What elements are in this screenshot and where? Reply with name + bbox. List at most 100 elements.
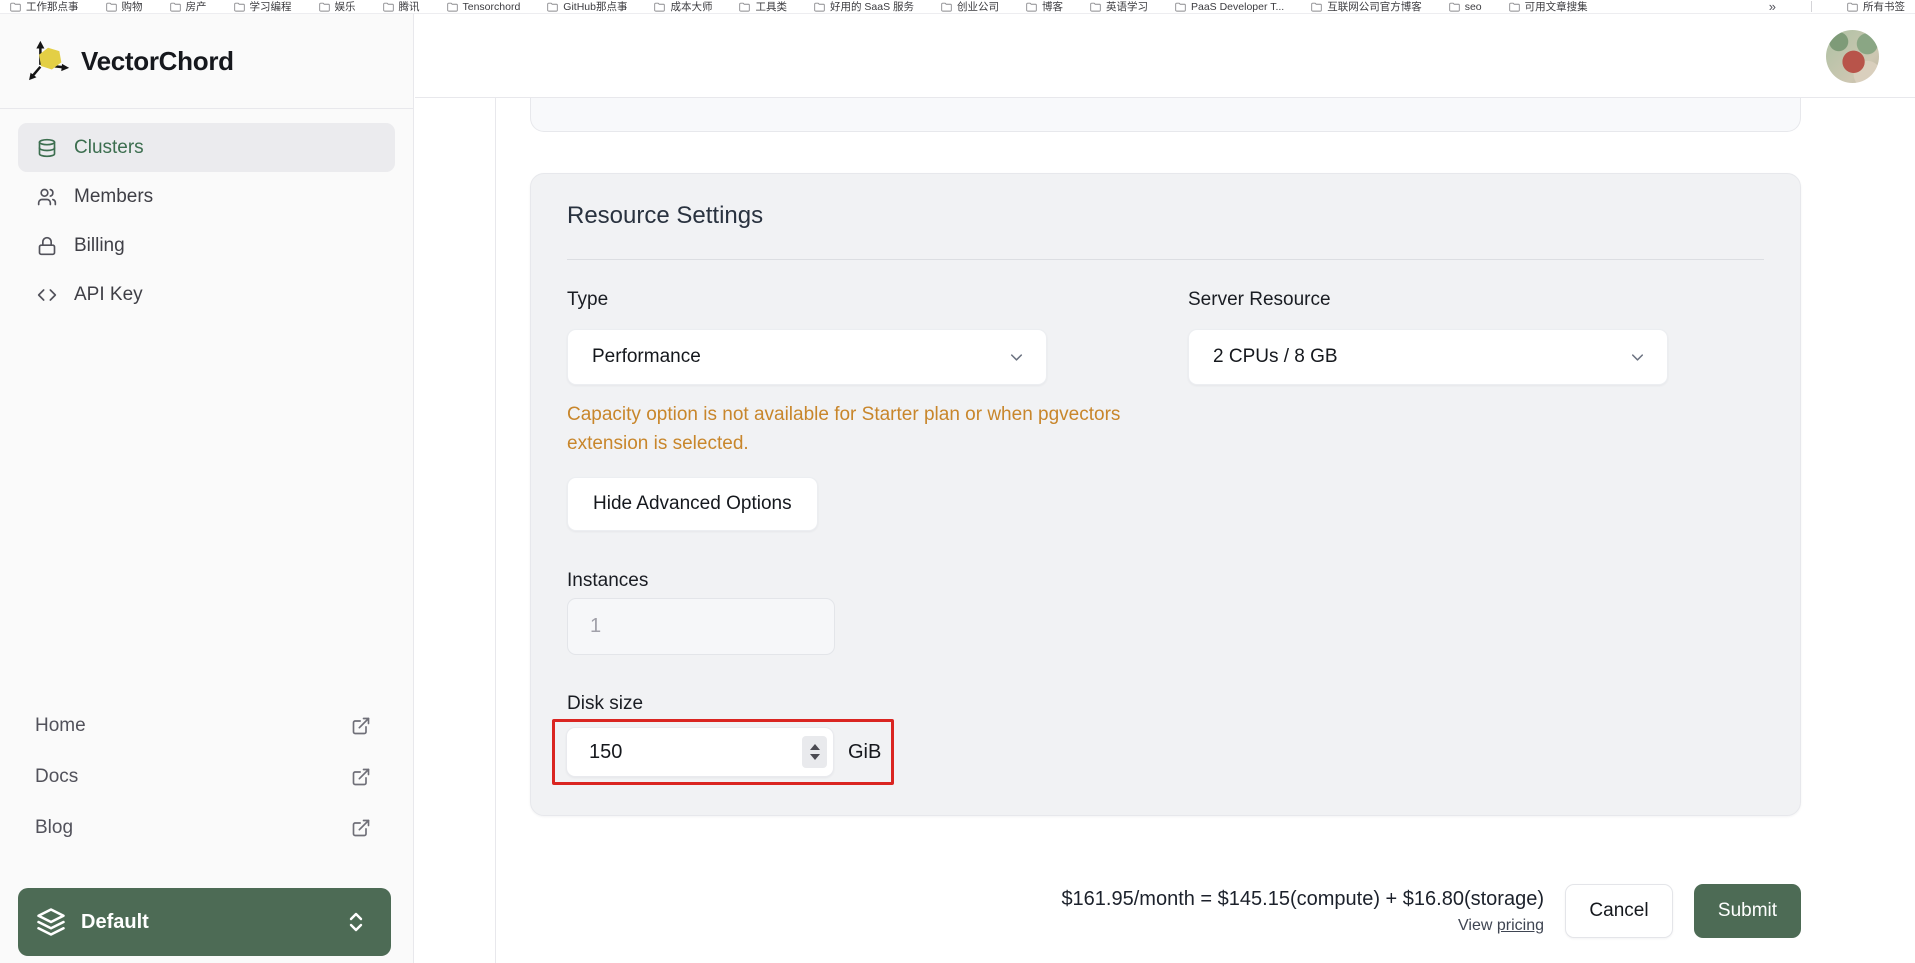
layers-icon xyxy=(37,908,65,936)
view-pricing-prefix: View xyxy=(1458,917,1497,934)
chevron-down-icon xyxy=(1010,353,1023,361)
app-header xyxy=(415,14,1915,98)
folder-icon xyxy=(1508,2,1520,12)
submit-button[interactable]: Submit xyxy=(1694,884,1801,938)
bookmark-item[interactable]: seo xyxy=(1448,1,1482,13)
folder-icon xyxy=(1090,2,1101,12)
server-resource-select-value: 2 CPUs / 8 GB xyxy=(1213,346,1338,367)
lock-icon xyxy=(38,236,56,255)
folder-icon xyxy=(941,2,952,12)
bookmark-item[interactable]: Tensorchord xyxy=(446,1,520,13)
sidebar-item-label: Members xyxy=(74,185,154,207)
bookmark-item[interactable]: 成本大师 xyxy=(654,0,712,13)
sidebar-item-label: API Key xyxy=(74,283,143,305)
bookmark-item[interactable]: 博客 xyxy=(1026,0,1063,13)
chevrons-up-down-icon xyxy=(349,912,363,932)
stepper-down-icon[interactable] xyxy=(809,754,820,760)
browser-bookmarks-bar: 工作那点事 购物 房产 学习编程 娱乐 腾讯 Tensorchord GitHu… xyxy=(0,0,1915,14)
disk-size-input[interactable] xyxy=(566,727,834,777)
folder-icon xyxy=(654,2,666,12)
type-select-value: Performance xyxy=(592,346,701,367)
folder-icon xyxy=(1311,2,1322,12)
sidebar-item-billing[interactable]: Billing xyxy=(18,221,395,270)
folder-icon xyxy=(1026,2,1037,12)
cancel-button[interactable]: Cancel xyxy=(1565,884,1673,938)
panel-title-divider xyxy=(567,259,1764,260)
disk-size-unit: GiB xyxy=(848,740,882,763)
bookmark-item[interactable]: 房产 xyxy=(169,0,207,13)
users-icon xyxy=(37,188,57,205)
view-pricing-row: View pricing xyxy=(1061,917,1544,935)
folder-icon xyxy=(105,2,117,12)
capacity-warning-text: Capacity option is not available for Sta… xyxy=(567,404,1121,454)
disk-size-input-wrap xyxy=(566,727,834,777)
chevron-down-icon xyxy=(1631,353,1644,361)
all-bookmarks-button[interactable]: 所有书签 xyxy=(1847,0,1905,13)
sidebar-link-home[interactable]: Home xyxy=(0,700,413,751)
folder-icon xyxy=(1175,2,1186,12)
bookmark-item[interactable]: 购物 xyxy=(105,0,143,13)
bookmark-item[interactable]: 英语学习 xyxy=(1090,0,1148,13)
sidebar-item-label: Clusters xyxy=(74,136,144,158)
bookmarks-divider xyxy=(1811,1,1812,12)
sidebar-nav: Clusters Members Billing API Key xyxy=(0,109,413,319)
previous-section-card-edge xyxy=(530,98,1801,132)
hide-advanced-options-button[interactable]: Hide Advanced Options xyxy=(567,477,818,531)
stepper-up-icon[interactable] xyxy=(809,744,820,750)
sidebar-item-api-key[interactable]: API Key xyxy=(18,270,395,319)
bookmark-item[interactable]: 可用文章搜集 xyxy=(1508,0,1588,13)
brand-name: VectorChord xyxy=(81,45,234,76)
type-select[interactable]: Performance xyxy=(567,329,1047,385)
code-icon xyxy=(37,288,57,301)
instances-label: Instances xyxy=(567,570,649,591)
database-icon xyxy=(38,138,56,157)
bookmark-item[interactable]: 工具类 xyxy=(739,0,787,13)
bookmark-item[interactable]: 创业公司 xyxy=(941,0,999,13)
project-name: Default xyxy=(81,910,149,933)
number-stepper[interactable] xyxy=(802,736,827,768)
bookmark-item[interactable]: 工作那点事 xyxy=(10,0,79,13)
external-link-icon xyxy=(352,819,370,836)
vectorchord-logo-icon xyxy=(29,40,70,81)
folder-icon xyxy=(446,2,458,12)
external-link-icon xyxy=(352,768,370,785)
folder-icon xyxy=(169,2,181,12)
server-resource-select[interactable]: 2 CPUs / 8 GB xyxy=(1188,329,1668,385)
folder-icon xyxy=(382,2,394,12)
folder-icon xyxy=(1448,2,1460,12)
server-resource-label: Server Resource xyxy=(1188,289,1331,310)
sidebar-link-label: Docs xyxy=(35,765,79,787)
external-link-icon xyxy=(352,717,370,734)
folder-icon xyxy=(1847,2,1858,12)
sidebar-item-clusters[interactable]: Clusters xyxy=(18,123,395,172)
folder-icon xyxy=(318,2,330,12)
sidebar-link-docs[interactable]: Docs xyxy=(0,751,413,802)
bookmark-item[interactable]: 学习编程 xyxy=(233,0,292,13)
pricing-link[interactable]: pricing xyxy=(1497,917,1544,934)
bookmark-item[interactable]: 互联网公司官方博客 xyxy=(1311,0,1422,13)
sidebar-item-label: Billing xyxy=(74,234,125,256)
instances-input[interactable] xyxy=(567,598,835,655)
project-switcher[interactable]: Default xyxy=(18,888,391,956)
sidebar-item-members[interactable]: Members xyxy=(18,172,395,221)
bookmark-item[interactable]: GitHub那点事 xyxy=(547,0,627,13)
folder-icon xyxy=(10,2,21,12)
sidebar-link-label: Home xyxy=(35,714,86,736)
sidebar-link-label: Blog xyxy=(35,816,74,838)
sidebar: VectorChord Clusters Members Billing API… xyxy=(0,14,414,963)
resource-settings-panel: Resource Settings Type Server Resource P… xyxy=(530,173,1801,816)
sidebar-external-links: Home Docs Blog xyxy=(0,700,413,853)
bookmarks-overflow-chevron[interactable]: » xyxy=(1769,0,1776,13)
folder-icon xyxy=(739,2,751,12)
panel-title: Resource Settings xyxy=(567,202,764,229)
bookmark-item[interactable]: 腾讯 xyxy=(382,0,420,13)
bookmark-item[interactable]: 娱乐 xyxy=(318,0,356,13)
brand-logo-row[interactable]: VectorChord xyxy=(0,14,413,109)
user-avatar[interactable] xyxy=(1826,30,1879,83)
content-divider xyxy=(495,98,496,963)
form-footer: $161.95/month = $145.15(compute) + $16.8… xyxy=(1061,884,1801,938)
sidebar-link-blog[interactable]: Blog xyxy=(0,802,413,853)
bookmark-item[interactable]: 好用的 SaaS 服务 xyxy=(814,0,914,13)
bookmark-item[interactable]: PaaS Developer T... xyxy=(1175,1,1284,13)
pricing-summary: $161.95/month = $145.15(compute) + $16.8… xyxy=(1061,884,1544,935)
